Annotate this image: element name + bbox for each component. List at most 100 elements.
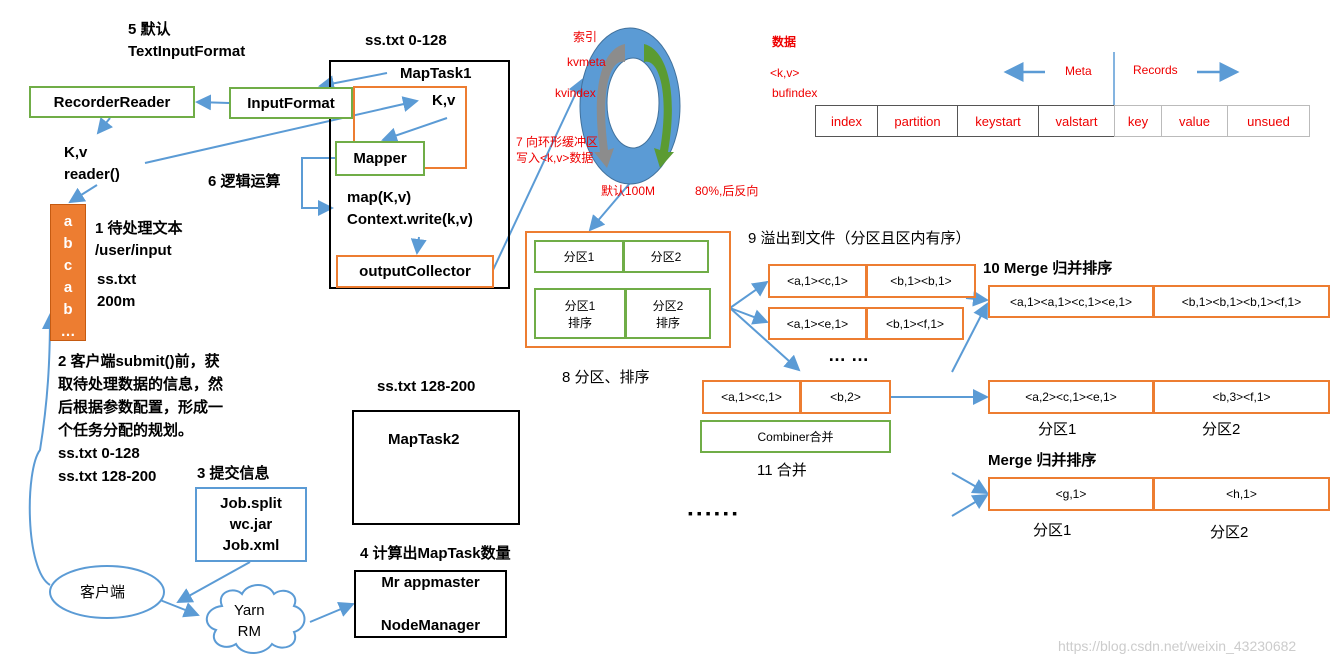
maptask1-label: MapTask1 — [400, 65, 472, 82]
file-letter: c — [63, 257, 73, 274]
step10-label: 10 Merge 归并排序 — [983, 260, 1113, 277]
step11-label: 11 合并 — [757, 462, 807, 479]
map-call-label: map(K,v) — [347, 189, 412, 206]
mr-appmaster-label: Mr appmaster — [381, 574, 480, 591]
kvmeta-label: kvmeta — [567, 55, 606, 69]
meta-cell: keystart — [957, 105, 1039, 137]
reader-label: reader() — [64, 166, 120, 183]
watermark: https://blog.csdn.net/weixin_43230682 — [1058, 638, 1297, 654]
job-file: wc.jar — [229, 516, 273, 533]
file-letter: … — [60, 323, 76, 340]
ellipsis: … … — [828, 345, 870, 365]
mapreduce-diagram: 5 默认 TextInputFormat ss.txt 0-128 MapTas… — [0, 0, 1335, 664]
partition1-sort-box: 分区1 排序 — [534, 288, 626, 339]
recorder-reader-box: RecorderReader — [29, 86, 195, 118]
maptask2-label: MapTask2 — [388, 431, 460, 448]
combined-cell: <a,2><c,1><e,1> — [988, 380, 1154, 414]
partition2-sort-box: 分区2 排序 — [625, 288, 711, 339]
arrow-yarn-appmaster — [309, 602, 355, 623]
meta-cell: index — [815, 105, 878, 137]
textinputformat-label: TextInputFormat — [128, 43, 246, 60]
step7a-label: 7 向环形缓冲区 — [516, 135, 599, 149]
spill-cell: <b,1><f,1> — [866, 307, 964, 340]
combine-cell: <a,1><c,1> — [702, 380, 801, 414]
merged-cell: <a,1><a,1><c,1><e,1> — [988, 285, 1154, 318]
merged-cell: <b,1><b,1><b,1><f,1> — [1153, 285, 1330, 318]
split-a-label: ss.txt 0-128 — [58, 445, 140, 462]
input-file-block: a b c a b … — [50, 204, 86, 341]
file-letter: a — [63, 279, 73, 296]
partition2-label: 分区2 — [1202, 421, 1241, 438]
inputformat-box: InputFormat — [229, 87, 353, 119]
step7b-label: 写入<k,v>数据 — [516, 151, 594, 165]
kv-ring-label: <k,v> — [770, 66, 800, 80]
merge2-label: Merge 归并排序 — [988, 452, 1097, 469]
path-label: /user/input — [95, 242, 172, 259]
mapper-box: Mapper — [335, 141, 425, 176]
job-file: Job.xml — [222, 537, 280, 554]
combine-cell: <b,2> — [800, 380, 891, 414]
step2-line: 取待处理数据的信息，然 — [58, 376, 224, 393]
spill-cell: <b,1><b,1> — [866, 264, 976, 298]
spill-cell: <a,1><c,1> — [768, 264, 867, 298]
ellipsis-2: ▪ ▪ ▪ ▪ ▪ ▪ — [688, 505, 738, 521]
arrow-spill1 — [729, 280, 769, 309]
arrow-client-file — [28, 313, 58, 586]
combined-cell: <b,3><f,1> — [1153, 380, 1330, 414]
records-cell: key — [1114, 105, 1162, 137]
kvindex-label: kvindex — [555, 86, 596, 100]
node-manager-label: NodeManager — [380, 617, 481, 634]
step6-label: 6 逻辑运算 — [208, 173, 281, 190]
final-partition2-label: 分区2 — [1210, 524, 1249, 541]
step9-label: 9 溢出到文件（分区且区内有序） — [748, 230, 971, 247]
size-label: 200m — [97, 293, 136, 310]
data-label: 数据 — [772, 35, 797, 49]
arrow-merge-1 — [965, 290, 989, 307]
arrow-inputformat-reader — [195, 94, 230, 111]
default-size-label: 默认100M — [601, 184, 656, 198]
maptask2-box — [352, 410, 520, 525]
partition2-box: 分区2 — [623, 240, 709, 273]
step4-label: 4 计算出MapTask数量 — [360, 545, 511, 562]
arrow-final-1 — [951, 472, 989, 494]
records-cell: value — [1161, 105, 1228, 137]
arrow-final-2 — [951, 493, 989, 517]
step5-label: 5 默认 — [128, 21, 171, 38]
arrow-spill2 — [729, 307, 769, 325]
kv-label: K,v — [64, 144, 88, 161]
step2-line: 2 客户端submit()前，获 — [58, 353, 220, 370]
step3-label: 3 提交信息 — [197, 465, 270, 482]
meta-label: Meta — [1065, 64, 1092, 78]
final-partition1-label: 分区1 — [1033, 522, 1072, 539]
output-collector-box: outputCollector — [336, 255, 494, 288]
step2-line: 个任务分配的规划。 — [58, 422, 194, 439]
step1-label: 1 待处理文本 — [95, 220, 183, 237]
bufindex-label: bufindex — [772, 86, 818, 100]
partition1-label: 分区1 — [1038, 421, 1077, 438]
kv-inner-label: K,v — [432, 92, 456, 109]
arrow-reader-file — [68, 184, 98, 204]
file-letter: b — [63, 301, 73, 318]
meta-cell: valstart — [1038, 105, 1115, 137]
combiner-box: Combiner合并 — [700, 420, 891, 453]
step8-label: 8 分区、排序 — [562, 369, 650, 386]
file-label: ss.txt — [97, 271, 137, 288]
ring-buffer-icon — [579, 27, 681, 185]
split2-label: ss.txt 128-200 — [377, 378, 476, 395]
yarn-rm-label: Yarn RM — [234, 600, 265, 642]
step2-line: 后根据参数配置，形成一 — [58, 399, 224, 416]
client-label: 客户端 — [80, 584, 126, 601]
split1-label: ss.txt 0-128 — [365, 32, 447, 49]
job-file: Job.split — [220, 495, 282, 512]
meta-cell: partition — [877, 105, 958, 137]
records-cell: unsued — [1227, 105, 1310, 137]
appmaster-box: Mr appmaster NodeManager — [354, 570, 507, 638]
job-files-box: Job.split wc.jar Job.xml — [195, 487, 307, 562]
final-cell: <h,1> — [1153, 477, 1330, 511]
index-label: 索引 — [573, 30, 598, 44]
context-write-label: Context.write(k,v) — [347, 211, 473, 228]
partition1-box: 分区1 — [534, 240, 624, 273]
final-cell: <g,1> — [988, 477, 1154, 511]
arrow-reader-kv — [96, 117, 113, 135]
file-letter: a — [63, 213, 73, 230]
